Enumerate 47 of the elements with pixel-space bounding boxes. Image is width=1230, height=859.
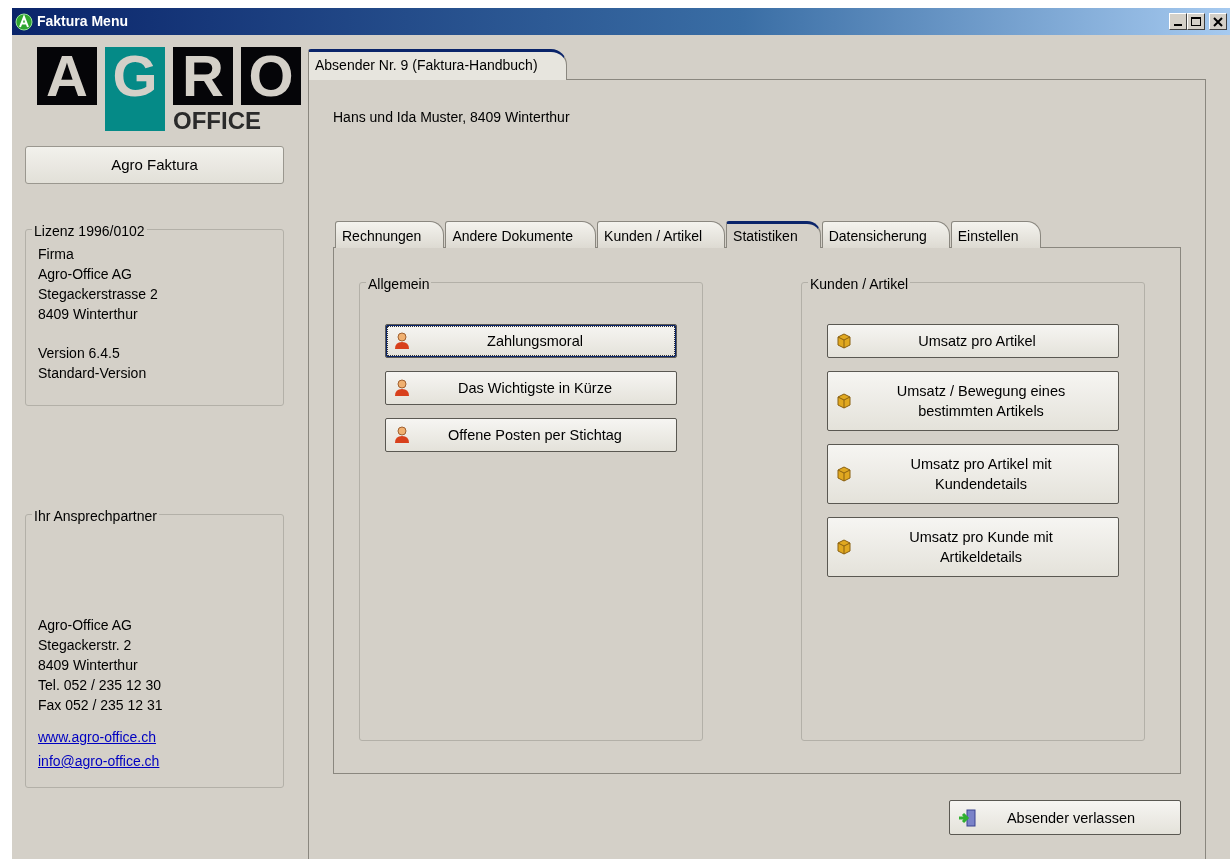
report-button[interactable]: Das Wichtigste in Kürze	[385, 371, 677, 405]
contact-line: 8409 Winterthur	[38, 656, 139, 675]
contact-line: Stegackerstr. 2	[38, 636, 133, 655]
package-icon	[836, 466, 852, 482]
window-title: Faktura Menu	[37, 12, 128, 31]
license-line: Firma	[38, 245, 75, 264]
package-icon	[836, 539, 852, 555]
exit-door-icon	[958, 808, 978, 827]
person-icon	[394, 379, 410, 397]
maximize-icon	[1191, 16, 1201, 27]
package-icon	[836, 393, 852, 409]
app-icon	[15, 12, 33, 31]
contact-line: Fax 052 / 235 12 31	[38, 696, 164, 715]
license-line: Standard-Version	[38, 364, 148, 383]
report-button[interactable]: Umsatz / Bewegung eines bestimmten Artikels	[827, 371, 1119, 431]
tab[interactable]: Rechnungen	[335, 221, 445, 248]
license-line: Version 6.4.5	[38, 344, 121, 363]
minimize-button[interactable]	[1169, 13, 1187, 30]
product-button[interactable]: Agro Faktura	[25, 146, 284, 184]
logo-drawing: A G R O OFFICE	[37, 47, 301, 133]
tab[interactable]: Einstellen	[950, 221, 1042, 248]
report-button[interactable]: Umsatz pro Artikel	[827, 324, 1119, 358]
sender-name: Hans und Ida Muster, 8409 Winterthur	[333, 108, 571, 127]
tab[interactable]: Statistiken	[726, 221, 821, 248]
tab[interactable]: Datensicherung	[821, 221, 950, 248]
tab[interactable]: Kunden / Artikel	[597, 221, 726, 248]
tab[interactable]: Andere Dokumente	[445, 221, 597, 248]
exit-button[interactable]: Absender verlassen	[949, 800, 1181, 835]
sender-tab[interactable]: Absender Nr. 9 (Faktura-Handbuch)	[308, 49, 567, 80]
report-button[interactable]: Offene Posten per Stichtag	[385, 418, 677, 452]
person-icon	[394, 332, 410, 350]
contact-line: Tel. 052 / 235 12 30	[38, 676, 162, 695]
report-button[interactable]: Umsatz pro Artikel mit Kundendetails	[827, 444, 1119, 504]
license-line: Agro-Office AG	[38, 265, 133, 284]
website-link[interactable]: info@agro-office.ch	[38, 749, 160, 773]
maximize-button[interactable]	[1187, 13, 1205, 30]
report-button[interactable]: Zahlungsmoral	[385, 324, 677, 358]
contact-line: Agro-Office AG	[38, 616, 133, 635]
report-button[interactable]: Umsatz pro Kunde mit Artikeldetails	[827, 517, 1119, 577]
website-link[interactable]: www.agro-office.ch	[38, 725, 156, 749]
package-icon	[836, 333, 852, 349]
license-line: Stegackerstrasse 2	[38, 285, 159, 304]
minimize-icon	[1174, 24, 1182, 26]
close-button[interactable]	[1209, 13, 1227, 30]
license-line: 8409 Winterthur	[38, 305, 139, 324]
close-icon	[1213, 16, 1223, 27]
person-icon	[394, 426, 410, 444]
